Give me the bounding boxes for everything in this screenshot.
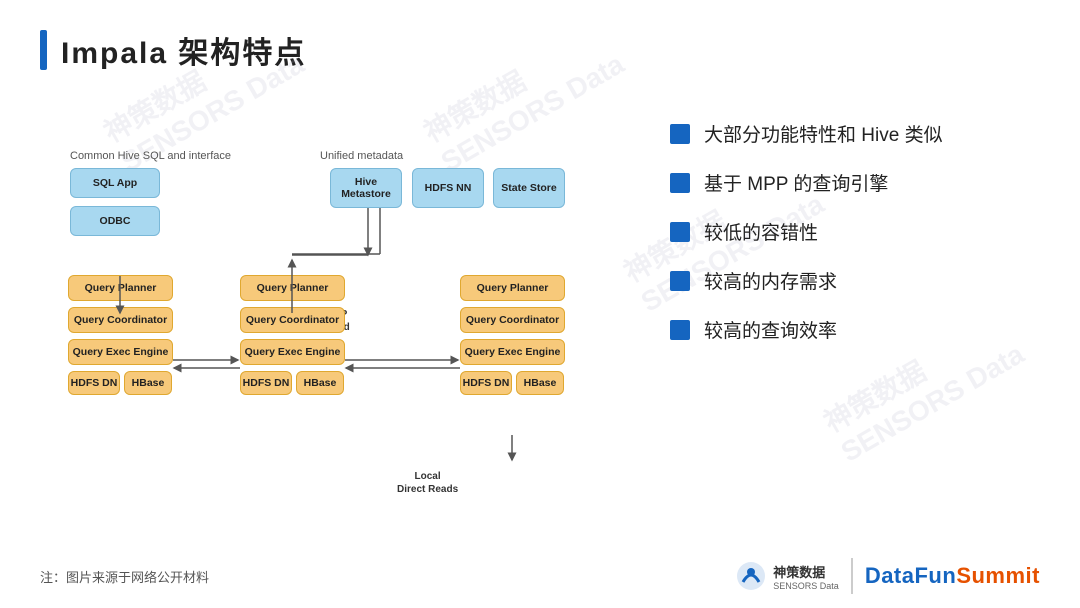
page-title: Impala 架构特点: [61, 28, 306, 72]
node-hbase2: HBase: [296, 371, 344, 395]
feature-label-3: 较低的容错性: [704, 218, 818, 245]
feature-label-4: 较高的内存需求: [704, 267, 837, 294]
node-state-store: State Store: [493, 168, 565, 208]
label-right: Unified metadata: [320, 150, 403, 162]
node-qe2: Query Exec Engine: [240, 339, 345, 365]
node-qe3: Query Exec Engine: [460, 339, 565, 365]
label-local: LocalDirect Reads: [397, 470, 458, 496]
feature-label-1: 大部分功能特性和 Hive 类似: [704, 120, 943, 147]
label-left: Common Hive SQL and interface: [70, 150, 231, 162]
feature-label-5: 较高的查询效率: [704, 316, 837, 343]
node-hbase1: HBase: [124, 371, 172, 395]
bullet-3: [670, 222, 690, 242]
node-hdfs-dn3: HDFS DN: [460, 371, 512, 395]
node-qc1: Query Coordinator: [68, 307, 173, 333]
node-hdfs-nn: HDFS NN: [412, 168, 484, 208]
feature-item-3: 较低的容错性: [670, 218, 1040, 245]
node-hive-metastore: Hive Metastore: [330, 168, 402, 208]
bullet-4: [670, 271, 690, 291]
node-hdfs-dn1: HDFS DN: [68, 371, 120, 395]
node-qp3: Query Planner: [460, 275, 565, 301]
text-area: 大部分功能特性和 Hive 类似 基于 MPP 的查询引擎 较低的容错性 较高的…: [630, 90, 1040, 570]
node-sql-app: SQL App: [70, 168, 160, 198]
node-hbase3: HBase: [516, 371, 564, 395]
feature-label-2: 基于 MPP 的查询引擎: [704, 169, 888, 196]
node-odbc: ODBC: [70, 206, 160, 236]
node-qc2: Query Coordinator: [240, 307, 345, 333]
bullet-5: [670, 320, 690, 340]
node-qc3: Query Coordinator: [460, 307, 565, 333]
diagram-area: Common Hive SQL and interface Unified me…: [40, 90, 630, 570]
title-accent: [40, 30, 47, 70]
node-hdfs-dn2: HDFS DN: [240, 371, 292, 395]
content-area: Common Hive SQL and interface Unified me…: [40, 90, 1040, 570]
bullet-2: [670, 173, 690, 193]
feature-item-1: 大部分功能特性和 Hive 类似: [670, 120, 1040, 147]
brand-sub-cn: SENSORS Data: [773, 581, 839, 591]
feature-item-4: 较高的内存需求: [670, 267, 1040, 294]
page-container: 神策数据SENSORS Data 神策数据SENSORS Data 神策数据SE…: [0, 0, 1080, 608]
title-bar: Impala 架构特点: [40, 28, 1040, 72]
node-qp1: Query Planner: [68, 275, 173, 301]
bullet-1: [670, 124, 690, 144]
feature-item-5: 较高的查询效率: [670, 316, 1040, 343]
node-qp2: Query Planner: [240, 275, 345, 301]
feature-item-2: 基于 MPP 的查询引擎: [670, 169, 1040, 196]
node-qe1: Query Exec Engine: [68, 339, 173, 365]
